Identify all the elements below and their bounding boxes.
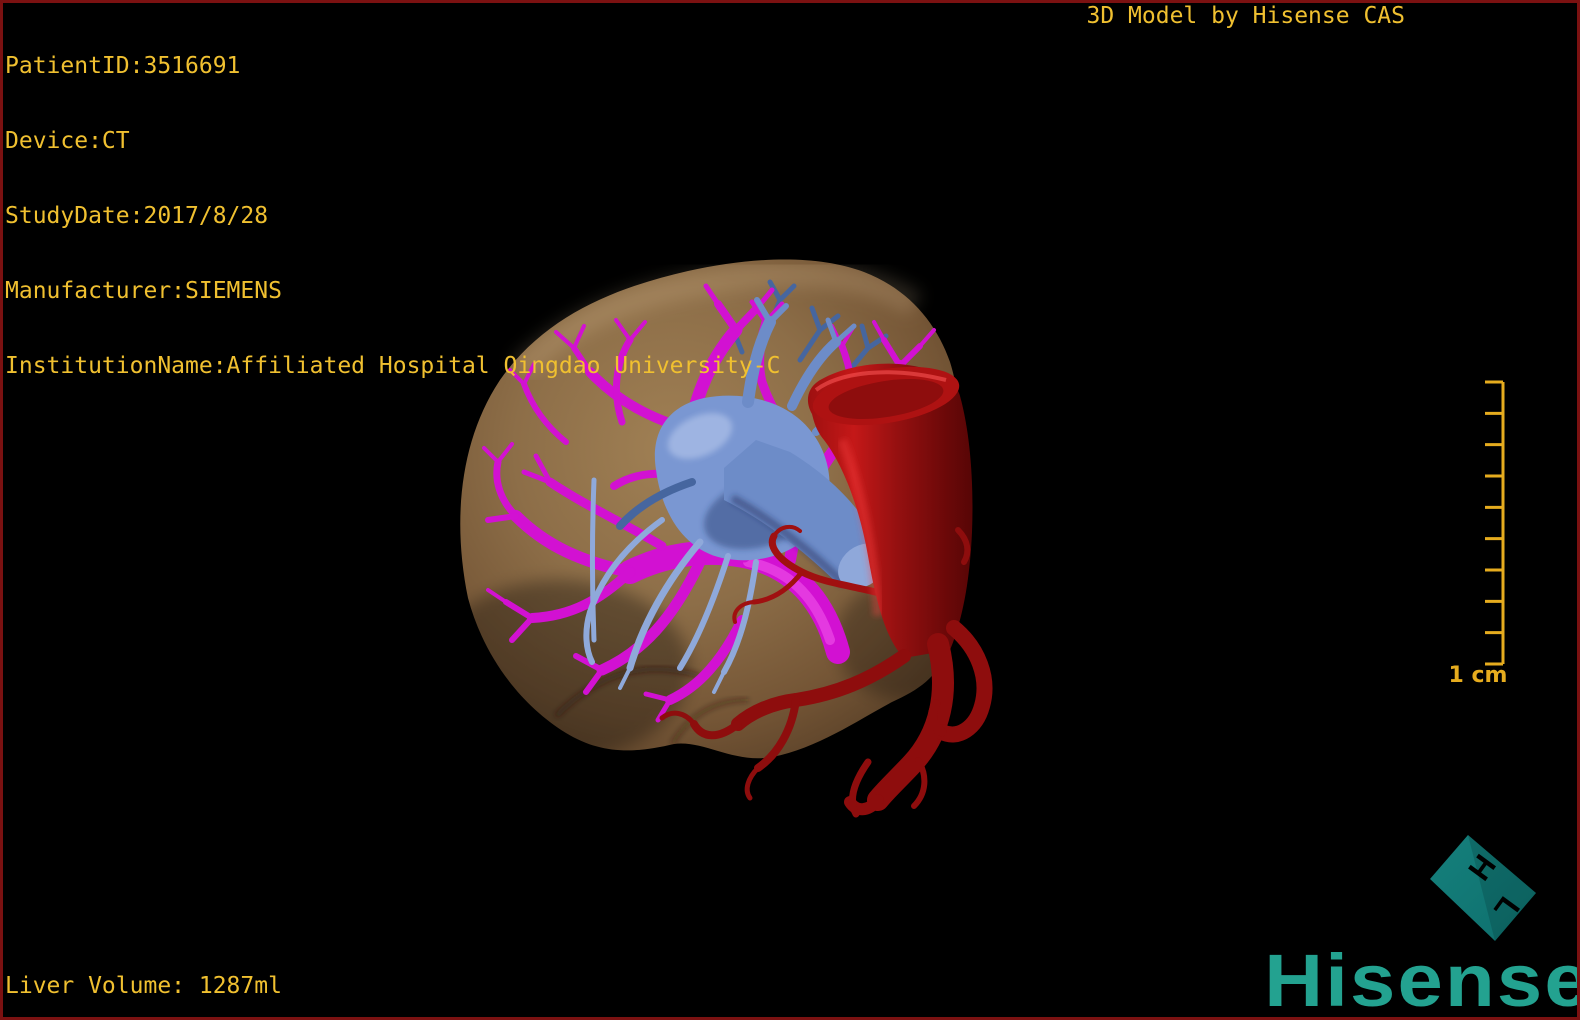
scale-bar-ticks (1485, 380, 1503, 666)
patient-id-line: PatientID:3516691 (5, 53, 241, 79)
scale-bar-label: 1 cm (1448, 663, 1508, 688)
hisense-wordmark: Hisense (1264, 939, 1580, 1020)
hisense-cube-logo: H L (1425, 835, 1536, 946)
device-line: Device:CT (5, 128, 130, 154)
study-date-line: StudyDate:2017/8/28 (5, 203, 269, 229)
scale-bar (1485, 380, 1505, 666)
patient-info-block: PatientID:3516691 Device:CT StudyDate:20… (5, 4, 780, 404)
watermark-text: 3D Model by Hisense CAS (1086, 3, 1406, 29)
institution-line: InstitutionName:Affiliated Hospital Qing… (5, 353, 781, 379)
manufacturer-line: Manufacturer:SIEMENS (5, 278, 282, 304)
liver-volume-readout: Liver Volume: 1287ml (5, 973, 282, 999)
